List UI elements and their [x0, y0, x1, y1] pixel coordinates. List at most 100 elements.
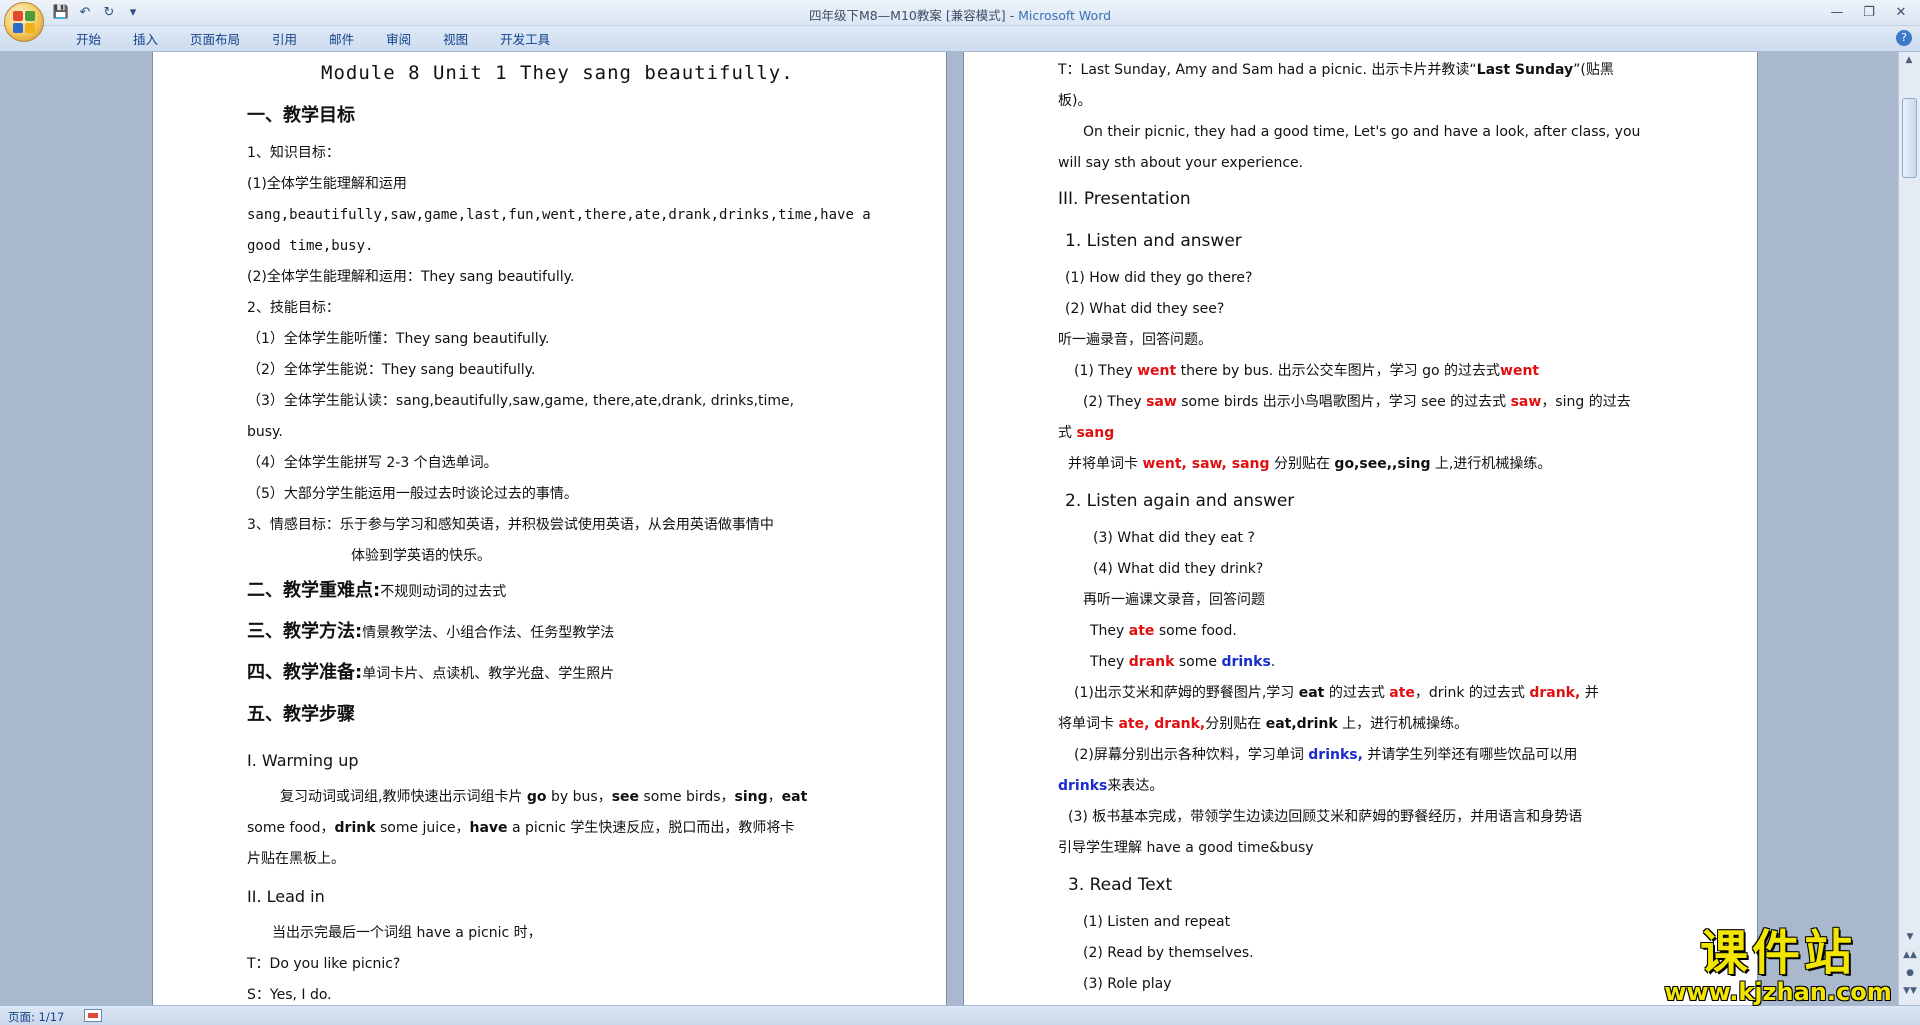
text-span: 复习动词或词组,教师快速出示词组卡片 [280, 789, 527, 805]
heading-listen-again: 2. Listen again and answer [1065, 491, 1295, 511]
vertical-scrollbar[interactable]: ▲ ▼ ▲▲ ● ▼▼ [1898, 52, 1920, 1005]
section-methods: 三、教学方法:情景教学法、小组合作法、任务型教学法 [247, 623, 614, 642]
document-area[interactable]: Module 8 Unit 1 They sang beautifully. 一… [0, 52, 1898, 1005]
scroll-thumb[interactable] [1902, 98, 1917, 178]
watermark-text: 课件站 [1699, 925, 1856, 981]
text-span: 分别贴在 [1269, 456, 1335, 472]
text-line: (1) They went there by bus. 出示公交车图片，学习 g… [1074, 362, 1539, 380]
app-name: Microsoft Word [1018, 8, 1112, 23]
text-span: T：Last Sunday, Amy and Sam had a picnic.… [1058, 62, 1477, 78]
section-key-points: 二、教学重难点:不规则动词的过去式 [247, 582, 506, 601]
text-line: 并将单词卡 went, saw, sang 分别贴在 go,see,,sing … [1068, 455, 1551, 473]
text-bold: have [469, 820, 508, 836]
text-red: went [1137, 363, 1177, 379]
text-line: (1)出示艾米和萨姆的野餐图片,学习 eat 的过去式 ate，drink 的过… [1074, 684, 1599, 702]
text-bold: see [611, 789, 640, 805]
text-line: (2)全体学生能理解和运用：They sang beautifully. [247, 269, 575, 285]
text-red: went, saw, sang [1142, 456, 1270, 472]
text-line: will say sth about your experience. [1058, 155, 1304, 171]
page-count[interactable]: 页面: 1/17 [8, 1009, 64, 1025]
proofing-icon[interactable] [84, 1009, 102, 1022]
text-line: 式 sang [1058, 424, 1114, 442]
text-span: 并将单词卡 [1068, 456, 1143, 472]
tab-review[interactable]: 审阅 [370, 30, 427, 50]
browse-object-icon[interactable]: ● [1900, 965, 1920, 981]
text-line: (1)全体学生能理解和运用 [247, 176, 407, 192]
text-line: They drank some drinks. [1090, 653, 1275, 671]
window-title: 四年级下M8—M10教案 [兼容模式] - Microsoft Word [0, 5, 1920, 24]
office-logo-icon [13, 11, 35, 33]
minimize-icon[interactable]: — [1822, 2, 1852, 22]
text-line: busy. [247, 424, 283, 440]
text-span: 式 [1058, 425, 1077, 441]
heading-lead-in: II. Lead in [247, 887, 325, 906]
text-span: ，drink 的过去式 [1414, 685, 1530, 701]
ribbon: 开始 插入 页面布局 引用 邮件 审阅 视图 开发工具 ? [0, 26, 1920, 52]
text-line: 片贴在黑板上。 [247, 851, 345, 867]
text-span: a picnic 学生快速反应，脱口而出，教师将卡 [507, 820, 795, 836]
prev-page-icon[interactable]: ▲▲ [1900, 947, 1920, 963]
tab-view[interactable]: 视图 [427, 30, 484, 50]
document-title-text: Module 8 Unit 1 They sang beautifully. [321, 62, 794, 84]
text-bold: go,see,,sing [1334, 456, 1431, 472]
methods-text: 情景教学法、小组合作法、任务型教学法 [362, 625, 615, 641]
preparation-text: 单词卡片、点读机、教学光盘、学生照片 [362, 666, 615, 682]
text-bold: eat [1298, 685, 1325, 701]
help-icon[interactable]: ? [1896, 30, 1912, 46]
text-blue: drinks, [1308, 747, 1363, 763]
office-button[interactable] [4, 2, 44, 42]
text-line: 复习动词或词组,教师快速出示词组卡片 go by bus，see some bi… [280, 788, 807, 806]
text-span: some juice， [375, 820, 470, 836]
text-bold: eat,drink [1265, 716, 1338, 732]
text-line: 3、情感目标：乐于参与学习和感知英语，并积极尝试使用英语，从会用英语做事情中 [247, 517, 774, 533]
text-span: 来表达。 [1107, 778, 1164, 794]
text-red: sang [1076, 425, 1115, 441]
section-preparation: 四、教学准备:单词卡片、点读机、教学光盘、学生照片 [247, 664, 614, 683]
text-red: ate [1389, 685, 1415, 701]
tab-insert[interactable]: 插入 [117, 30, 174, 50]
text-span: 上,进行机械操练。 [1430, 456, 1552, 472]
page-left[interactable]: Module 8 Unit 1 They sang beautifully. 一… [152, 52, 947, 1005]
scroll-up-icon[interactable]: ▲ [1899, 52, 1919, 68]
page-right[interactable]: T：Last Sunday, Amy and Sam had a picnic.… [963, 52, 1758, 1005]
scroll-down-icon[interactable]: ▼ [1900, 929, 1920, 945]
text-span: They [1090, 654, 1129, 670]
text-span: 的过去式 [1324, 685, 1390, 701]
text-line: (2) They saw some birds 出示小鸟唱歌图片，学习 see … [1083, 393, 1631, 411]
text-bold: Last Sunday [1476, 62, 1574, 78]
text-line: They ate some food. [1090, 622, 1237, 640]
text-bold: go [526, 789, 547, 805]
scroll-nav-buttons: ▼ ▲▲ ● ▼▼ [1899, 929, 1920, 999]
text-span: some birds 出示小鸟唱歌图片，学习 see 的过去式 [1176, 394, 1511, 410]
tab-developer[interactable]: 开发工具 [484, 30, 566, 50]
maximize-icon[interactable]: ❐ [1854, 2, 1884, 22]
text-line: （2）全体学生能说：They sang beautifully. [247, 362, 536, 378]
tab-mailings[interactable]: 邮件 [313, 30, 370, 50]
watermark-url: www.kjzhan.com [1664, 978, 1892, 1006]
tab-references[interactable]: 引用 [256, 30, 313, 50]
text-line: On their picnic, they had a good time, L… [1083, 124, 1641, 140]
window-controls: — ❐ ✕ [1822, 2, 1916, 22]
text-line: 引导学生理解 have a good time&busy [1058, 840, 1314, 856]
text-line: good time,busy. [247, 238, 374, 254]
text-line: (2)屏幕分别出示各种饮料，学习单词 drinks, 并请学生列举还有哪些饮品可… [1074, 746, 1577, 764]
text-red: went [1500, 363, 1540, 379]
tab-home[interactable]: 开始 [60, 30, 117, 50]
close-icon[interactable]: ✕ [1886, 2, 1916, 22]
text-line: S：Yes, I do. [247, 987, 332, 1003]
text-span: ，sing 的过去 [1541, 394, 1631, 410]
status-bar: 页面: 1/17 [0, 1005, 1920, 1025]
heading-presentation: III. Presentation [1058, 189, 1191, 209]
tab-page-layout[interactable]: 页面布局 [174, 30, 256, 50]
heading-listen-answer: 1. Listen and answer [1065, 231, 1242, 251]
text-line: (4) What did they drink? [1093, 561, 1264, 577]
watermark-logo: 课件站 www.kjzhan.com [1658, 927, 1898, 1007]
text-span: some birds， [639, 789, 735, 805]
text-line: （1）全体学生能听懂：They sang beautifully. [247, 331, 550, 347]
text-span: some [1174, 654, 1222, 670]
text-line: 体验到学英语的快乐。 [351, 548, 491, 564]
next-page-icon[interactable]: ▼▼ [1900, 983, 1920, 999]
text-line: T：Do you like picnic? [247, 956, 401, 972]
text-span: . [1270, 654, 1276, 670]
text-line: T：Last Sunday, Amy and Sam had a picnic.… [1058, 61, 1614, 79]
